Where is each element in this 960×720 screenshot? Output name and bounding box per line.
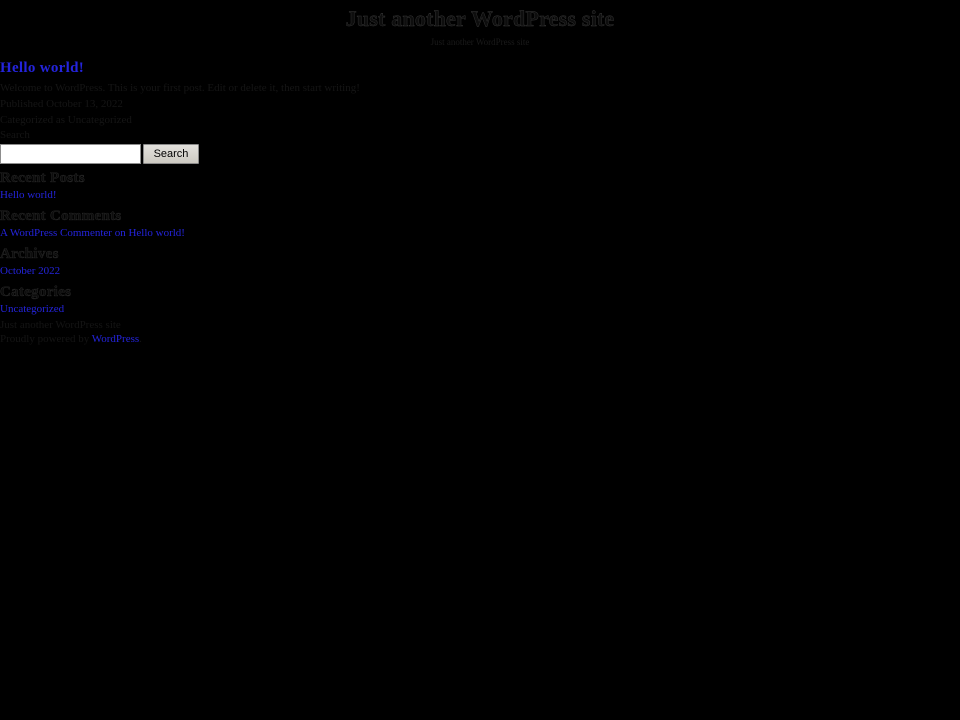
footer-credit: Proudly powered by WordPress. bbox=[0, 332, 960, 346]
post-article: Hello world! Welcome to WordPress. This … bbox=[0, 60, 960, 127]
site-title: Just another WordPress site bbox=[345, 6, 615, 31]
widget-recent-posts-title: Recent Posts bbox=[0, 170, 85, 187]
recent-post-link[interactable]: Hello world! bbox=[0, 189, 57, 201]
main-content: Hello world! Welcome to WordPress. This … bbox=[0, 60, 960, 316]
list-item: Uncategorized bbox=[0, 302, 960, 316]
widget-categories: Categories Uncategorized bbox=[0, 284, 960, 316]
widget-archives: Archives October 2022 bbox=[0, 246, 960, 278]
footer-credit-suffix: . bbox=[139, 333, 142, 346]
site-description: Just another WordPress site bbox=[430, 37, 530, 47]
footer-credit-prefix: Proudly powered by bbox=[0, 333, 92, 346]
post-excerpt: Welcome to WordPress. This is your first… bbox=[0, 81, 360, 94]
widget-archives-title: Archives bbox=[0, 246, 59, 263]
recent-comment-link[interactable]: A WordPress Commenter on Hello world! bbox=[0, 227, 185, 239]
list-item: October 2022 bbox=[0, 264, 960, 278]
recent-comments-list: A WordPress Commenter on Hello world! bbox=[0, 226, 960, 240]
archives-list: October 2022 bbox=[0, 264, 960, 278]
post-category-meta: Categorized as Uncategorized bbox=[0, 113, 132, 126]
wordpress-link[interactable]: WordPress bbox=[92, 333, 139, 345]
list-item: A WordPress Commenter on Hello world! bbox=[0, 226, 960, 240]
search-submit-button[interactable]: Search bbox=[143, 144, 199, 165]
site-footer: Just another WordPress site Proudly powe… bbox=[0, 318, 960, 347]
post-published-meta: Published October 13, 2022 bbox=[0, 97, 123, 110]
widget-recent-comments-title: Recent Comments bbox=[0, 208, 122, 225]
category-link[interactable]: Uncategorized bbox=[0, 303, 64, 315]
widget-categories-title: Categories bbox=[0, 283, 72, 300]
recent-posts-list: Hello world! bbox=[0, 188, 960, 202]
post-content: Welcome to WordPress. This is your first… bbox=[0, 82, 960, 96]
search-label: Search bbox=[0, 129, 30, 142]
categories-list: Uncategorized bbox=[0, 302, 960, 316]
widget-recent-posts: Recent Posts Hello world! bbox=[0, 170, 960, 202]
site-header: Just another WordPress site Just another… bbox=[0, 0, 960, 48]
search-widget: Search Search bbox=[0, 129, 960, 165]
list-item: Hello world! bbox=[0, 188, 960, 202]
archive-link[interactable]: October 2022 bbox=[0, 265, 60, 277]
search-input[interactable] bbox=[0, 144, 141, 165]
post-title: Hello world! bbox=[0, 60, 960, 77]
footer-tagline: Just another WordPress site bbox=[0, 318, 121, 331]
widget-recent-comments: Recent Comments A WordPress Commenter on… bbox=[0, 208, 960, 240]
search-form: Search bbox=[0, 144, 201, 165]
post-title-link[interactable]: Hello world! bbox=[0, 60, 84, 76]
